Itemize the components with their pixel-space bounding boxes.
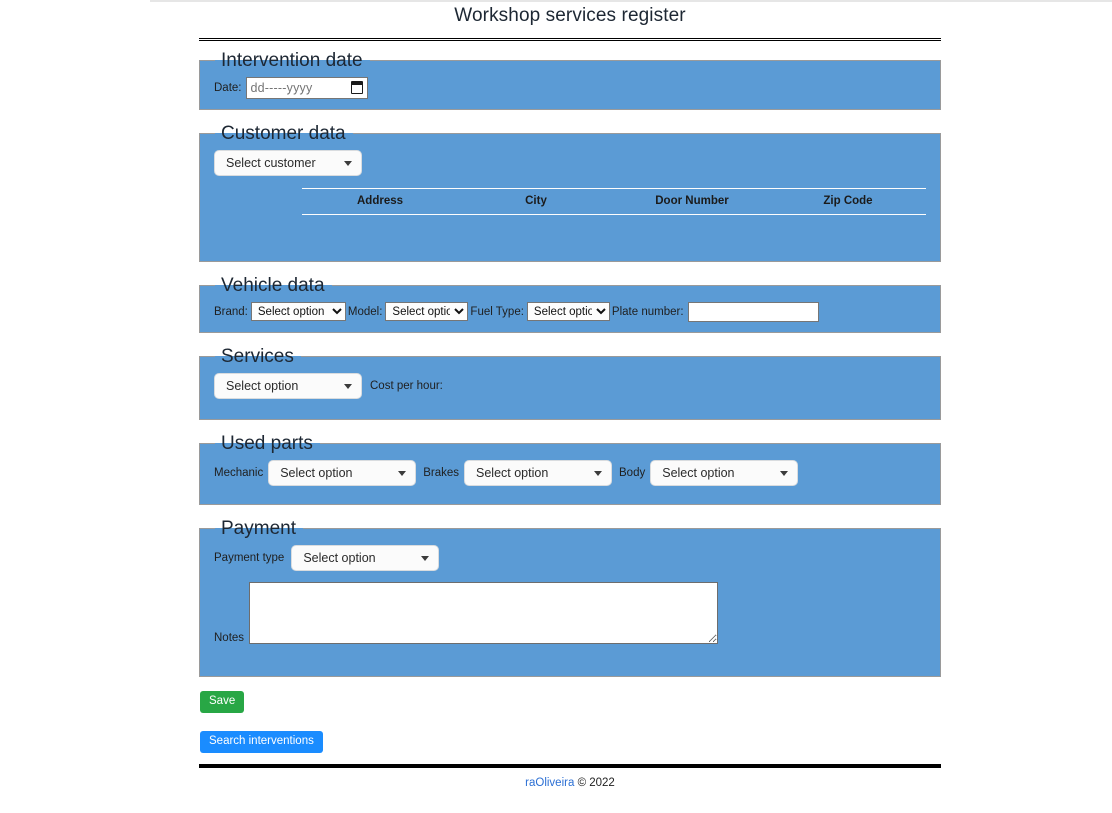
brakes-label: Brakes [423,466,460,479]
select-customer-value: Select customer [226,155,316,170]
chevron-down-icon [344,160,352,166]
used-parts-row: Mechanic Select option Brakes Select opt… [214,459,926,486]
date-input[interactable] [245,76,368,99]
mechanic-select-value: Select option [280,465,353,480]
chevron-down-icon [398,470,407,476]
column-header-address: Address [302,187,458,215]
section-services-legend: Services [221,345,294,367]
section-services: Services Select option Cost per hour: [199,345,941,420]
brakes-select-value: Select option [476,465,549,480]
service-select-dropdown[interactable]: Select option [214,372,362,399]
author-link[interactable]: raOliveira [525,777,574,789]
vehicle-data-body: Brand: Select option Model: Select optio… [200,296,940,332]
section-vehicle-data-legend: Vehicle data [221,274,325,296]
section-customer-data: Customer data Select customer Address Ci… [199,122,941,262]
plate-number-label: Plate number: [611,305,684,318]
body-select-dropdown[interactable]: Select option [650,459,799,486]
body-label: Body [619,466,646,479]
customer-table-empty-space [214,215,926,251]
notes-textarea[interactable] [249,581,719,644]
section-intervention-date: Intervention date Date: [199,51,941,110]
brand-label: Brand: [214,305,248,318]
section-used-parts-legend: Used parts [221,432,313,454]
column-header-door-number: Door Number [614,187,770,215]
plate-number-input[interactable] [687,301,819,322]
chevron-down-icon [344,383,352,389]
top-edge-strip [150,0,1112,2]
payment-body: Payment type Select option Notes [200,539,940,676]
used-parts-spacer [214,486,926,494]
used-parts-body: Mechanic Select option Brakes Select opt… [200,454,940,504]
section-payment: Payment Payment type Select option Notes [199,517,941,677]
chevron-down-icon [421,555,430,561]
date-input-wrapper [245,76,368,99]
section-used-parts: Used parts Mechanic Select option Brakes… [199,432,941,505]
title-divider [199,38,941,41]
service-select-value: Select option [226,378,299,393]
chevron-down-icon [594,470,603,476]
payment-type-row: Payment type Select option [214,544,926,571]
payment-type-dropdown[interactable]: Select option [291,544,440,571]
services-row: Select option Cost per hour: [214,372,926,399]
intervention-date-body: Date: [200,71,940,109]
customer-table-header-row: Address City Door Number Zip Code [214,187,926,215]
column-header-city: City [458,187,614,215]
footer-divider [199,764,941,769]
page-footer: raOliveira © 2022 [199,777,941,789]
body-select-value: Select option [662,465,735,480]
fuel-type-label: Fuel Type: [470,305,524,318]
cost-per-hour-label: Cost per hour: [370,379,443,392]
chevron-down-icon [780,470,789,476]
notes-row: Notes [214,581,926,644]
payment-type-value: Select option [303,550,376,565]
customer-address-table: Address City Door Number Zip Code [214,187,926,215]
model-label: Model: [347,305,383,318]
search-button-row: Search interventions [200,730,941,754]
section-vehicle-data: Vehicle data Brand: Select option Model:… [199,274,941,333]
customer-table-spacer-cell [214,188,302,214]
search-interventions-button[interactable]: Search interventions [200,730,323,754]
customer-data-body: Select customer Address City Door Number… [200,144,940,261]
page-container: Workshop services register Intervention … [199,0,941,789]
mechanic-label: Mechanic [214,466,264,479]
vehicle-data-row: Brand: Select option Model: Select optio… [214,301,926,322]
model-select[interactable]: Select option [385,302,469,322]
customer-select-row: Select customer [214,149,926,176]
page-title: Workshop services register [454,5,686,26]
copyright-text: © 2022 [577,777,615,790]
payment-spacer [214,644,926,666]
section-intervention-date-legend: Intervention date [221,50,363,71]
section-customer-data-legend: Customer data [221,122,346,144]
section-payment-legend: Payment [221,517,296,539]
date-label: Date: [214,81,242,94]
brakes-select-dropdown[interactable]: Select option [464,459,613,486]
fuel-type-select[interactable]: Select option [526,302,610,322]
notes-label: Notes [214,631,245,644]
save-button[interactable]: Save [200,690,245,713]
services-body: Select option Cost per hour: [200,367,940,419]
brand-select[interactable]: Select option [250,302,346,322]
intervention-date-row: Date: [214,76,926,99]
payment-type-label: Payment type [214,551,285,564]
save-button-row: Save [200,690,941,713]
select-customer-dropdown[interactable]: Select customer [214,149,362,176]
column-header-zip-code: Zip Code [770,187,926,215]
services-spacer [214,399,926,409]
mechanic-select-dropdown[interactable]: Select option [268,459,417,486]
